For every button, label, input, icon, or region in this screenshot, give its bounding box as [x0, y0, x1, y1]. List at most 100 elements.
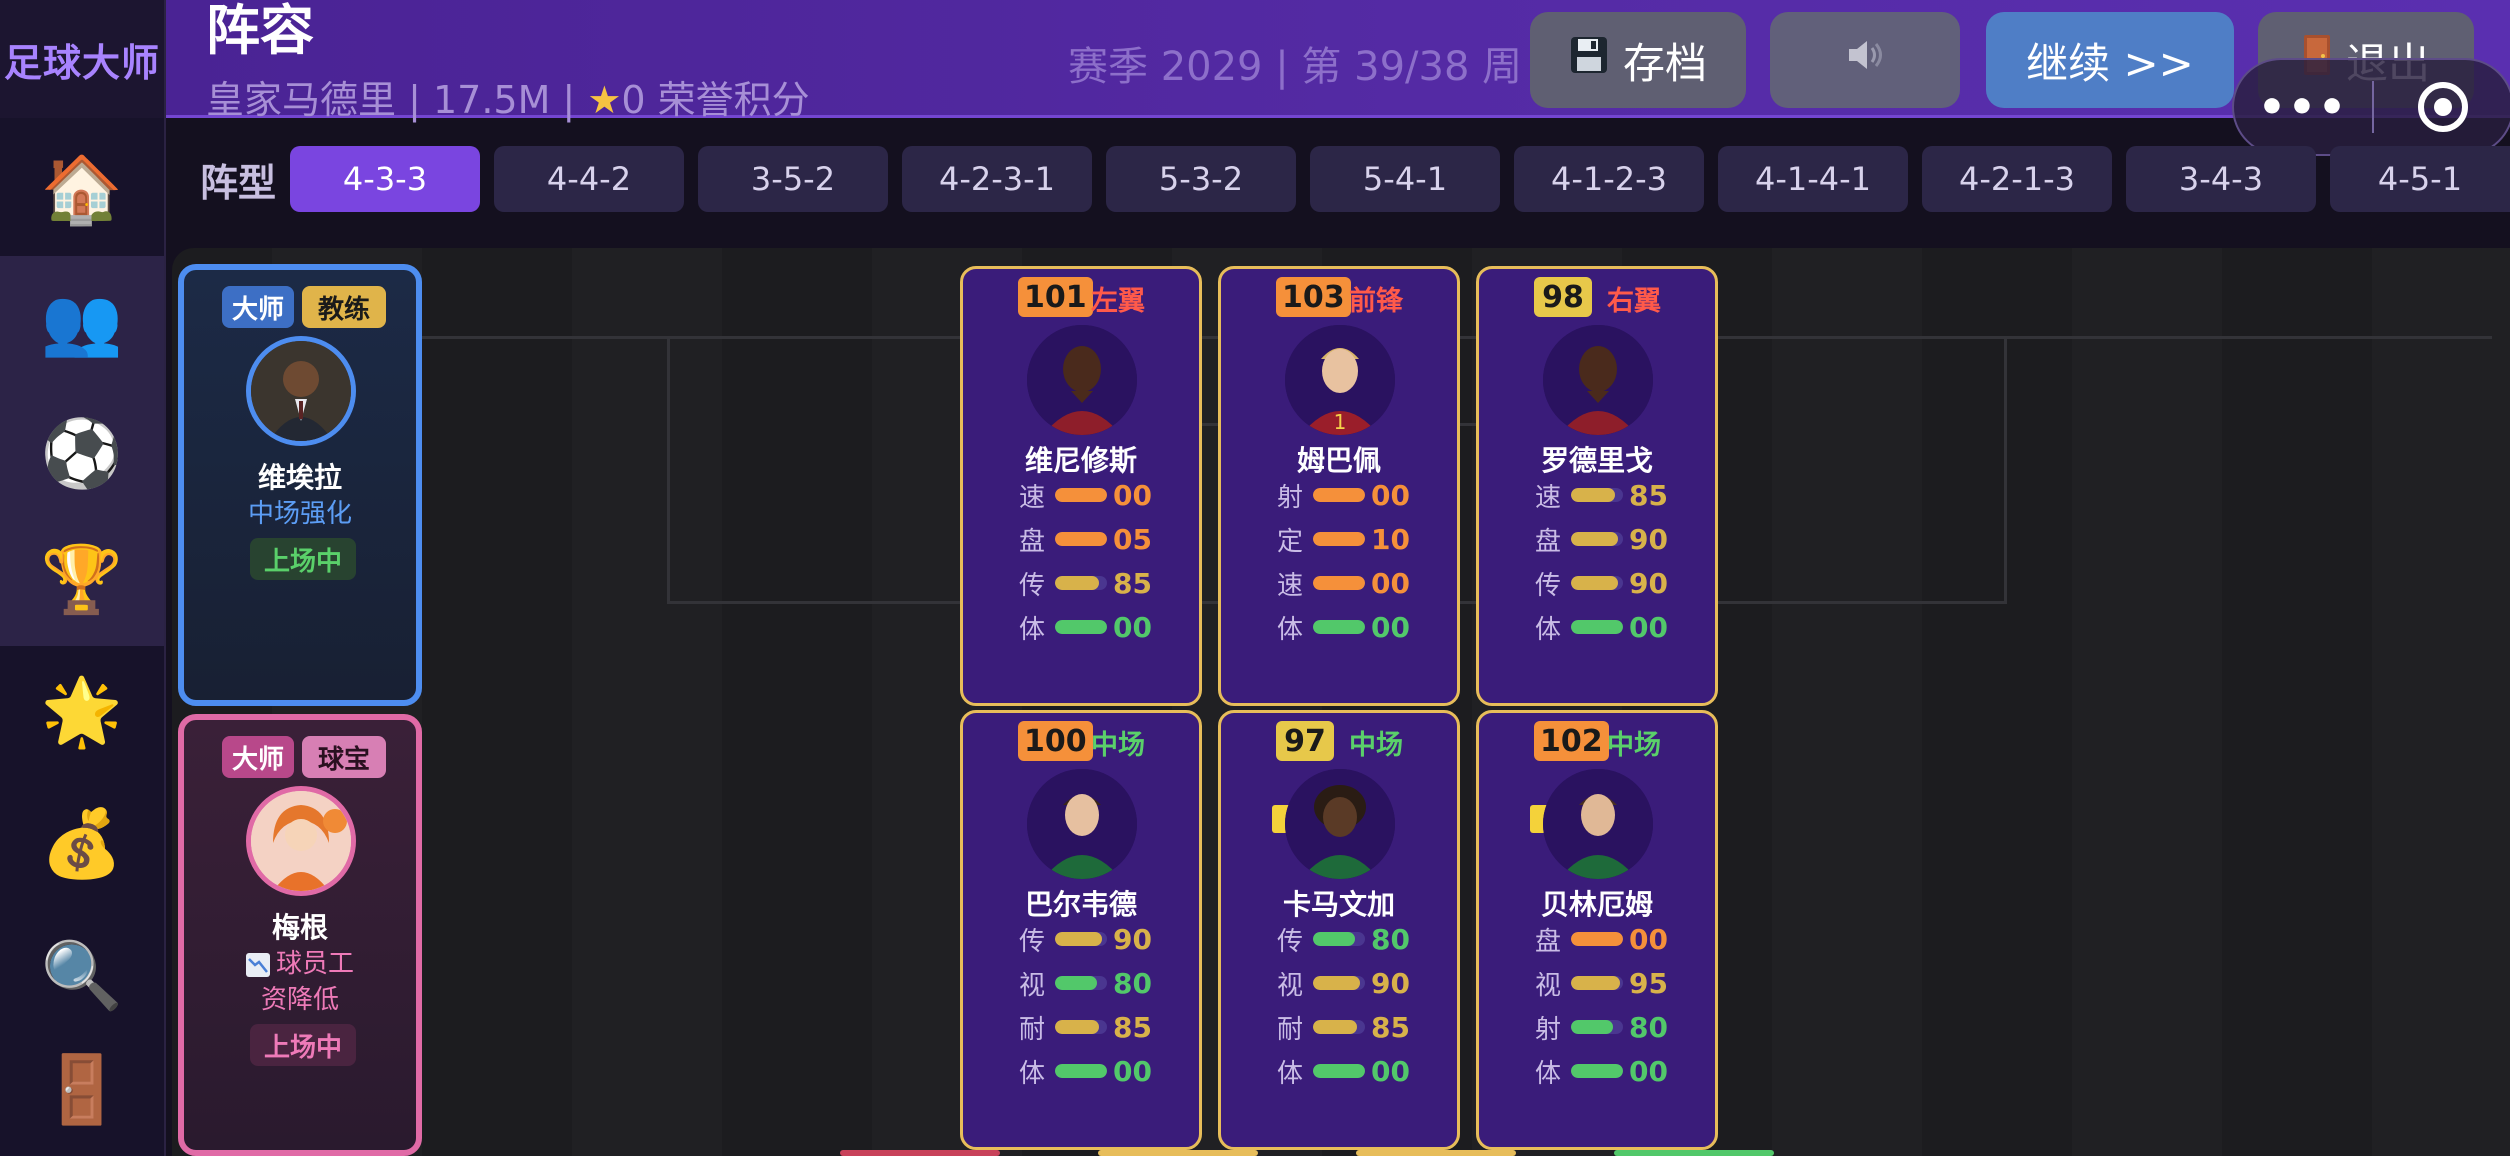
- stat-value: 00: [1629, 610, 1668, 644]
- stat-row: 体 00: [1277, 609, 1410, 645]
- stat-value: 85: [1113, 1010, 1152, 1044]
- stat-label: 传: [1019, 570, 1046, 601]
- formation-tab-3-4-3[interactable]: 3-4-3: [2126, 146, 2316, 212]
- stat-bar: [1055, 532, 1107, 546]
- rank-badge: 大师: [222, 736, 294, 778]
- stat-row: 盘 00: [1535, 921, 1668, 957]
- stat-bar: [1571, 976, 1623, 990]
- stat-label: 体: [1019, 614, 1046, 645]
- sidebar-item-search[interactable]: 🔍: [0, 910, 164, 1042]
- stat-bar: [1571, 620, 1623, 634]
- stat-value: 85: [1371, 1010, 1410, 1044]
- coach-card-vieira[interactable]: 大师 教练 维埃拉 中场强化 上场中: [178, 264, 422, 706]
- close-target-icon[interactable]: [2374, 79, 2510, 135]
- door-icon: 🚪: [40, 1051, 124, 1128]
- coach-name: 梅根: [271, 911, 328, 944]
- player-card-mbappe[interactable]: 103 前锋 1 姆巴佩 射 00 定 10 速 00 体 00: [1218, 266, 1460, 706]
- formation-tab-4-1-4-1[interactable]: 4-1-4-1: [1718, 146, 1908, 212]
- stat-bar: [1313, 976, 1365, 990]
- player-card-rodrygo[interactable]: 98 右翼 罗德里戈 速 85 盘 90 传 90 体 00: [1476, 266, 1718, 706]
- stat-row: 传 90: [1535, 565, 1668, 601]
- stat-label: 传: [1535, 570, 1562, 601]
- more-options-icon[interactable]: •••: [2234, 82, 2372, 133]
- sidebar-item-trophy[interactable]: 🏆: [0, 514, 164, 646]
- stat-row: 体 00: [1019, 1053, 1152, 1089]
- stat-value: 85: [1629, 478, 1668, 512]
- honor-points: 0 荣誉积分: [621, 78, 810, 122]
- stat-value: 00: [1113, 1054, 1152, 1088]
- stat-label: 视: [1019, 970, 1046, 1001]
- stat-value: 90: [1629, 522, 1668, 556]
- coach-skill-line1: 球员工: [275, 949, 354, 979]
- sidebar-item-squad[interactable]: 👥: [0, 256, 164, 388]
- role-badge: 教练: [302, 286, 386, 328]
- stat-row: 传 80: [1277, 921, 1410, 957]
- stat-bar: [1055, 1020, 1107, 1034]
- position-label: 右翼: [1607, 286, 1661, 317]
- save-button[interactable]: 存档: [1530, 12, 1746, 108]
- rating-badge: 103: [1276, 277, 1351, 317]
- player-card-valverde[interactable]: 100 中场 巴尔韦德 传 90 视 80 耐 85 体 00: [960, 710, 1202, 1150]
- position-label: 中场: [1349, 730, 1403, 761]
- sidebar-item-star[interactable]: 🌟: [0, 646, 164, 778]
- stat-label: 盘: [1535, 526, 1562, 557]
- pitch-stripe: [2072, 248, 2222, 1156]
- stat-bar: [1571, 1020, 1623, 1034]
- formation-tab-3-5-2[interactable]: 3-5-2: [698, 146, 888, 212]
- formation-tab-4-3-3[interactable]: 4-3-3: [290, 146, 480, 212]
- player-card-bellingham[interactable]: 102 中场 贝林厄姆 盘 00 视 95 射 80 体 00: [1476, 710, 1718, 1150]
- stat-label: 视: [1535, 970, 1562, 1001]
- stat-bar: [1571, 576, 1623, 590]
- next-row-card-hint: [1356, 1150, 1516, 1156]
- formation-tab-4-4-2[interactable]: 4-4-2: [494, 146, 684, 212]
- next-row-card-hint: [1098, 1150, 1258, 1156]
- star-icon: ★: [587, 78, 622, 122]
- stat-value: 80: [1371, 922, 1410, 956]
- stat-value: 90: [1371, 966, 1410, 1000]
- sidebar-item-money[interactable]: 💰: [0, 778, 164, 910]
- formation-tab-4-5-1[interactable]: 4-5-1: [2330, 146, 2510, 212]
- player-card-vinicius[interactable]: 101 左翼 维尼修斯 速 00 盘 05 传 85 体 00: [960, 266, 1202, 706]
- stat-row: 体 00: [1019, 609, 1152, 645]
- stat-bar: [1055, 976, 1107, 990]
- formation-tab-4-2-1-3[interactable]: 4-2-1-3: [1922, 146, 2112, 212]
- stat-row: 视 80: [1019, 965, 1152, 1001]
- coach-card-megan[interactable]: 大师 球宝 梅根 球员工 资降低 上场中: [178, 714, 422, 1156]
- stat-bar: [1313, 932, 1365, 946]
- stat-label: 定: [1277, 526, 1304, 557]
- stat-bar: [1571, 1064, 1623, 1078]
- player-avatar: [1027, 769, 1137, 879]
- stat-row: 盘 05: [1019, 521, 1152, 557]
- stat-bar: [1571, 932, 1623, 946]
- sidebar-item-match[interactable]: ⚽: [0, 388, 164, 520]
- formation-tab-5-4-1[interactable]: 5-4-1: [1310, 146, 1500, 212]
- sidebar-item-exit[interactable]: 🚪: [0, 1024, 164, 1156]
- stat-label: 速: [1019, 482, 1046, 513]
- stat-row: 射 00: [1277, 477, 1410, 513]
- stat-value: 00: [1371, 610, 1410, 644]
- player-avatar: 1: [1285, 325, 1395, 435]
- stat-bar: [1571, 488, 1623, 502]
- stat-row: 体 00: [1277, 1053, 1410, 1089]
- stat-bar: [1313, 532, 1365, 546]
- player-card-camavinga[interactable]: 97 中场 卡马文加 传 80 视 90 耐 85 体 00: [1218, 710, 1460, 1150]
- player-name: 巴尔韦德: [1024, 888, 1137, 921]
- stat-value: 80: [1629, 1010, 1668, 1044]
- stat-label: 盘: [1535, 926, 1562, 957]
- continue-button[interactable]: 继续 >>: [1986, 12, 2234, 108]
- formation-tab-5-3-2[interactable]: 5-3-2: [1106, 146, 1296, 212]
- player-name: 贝林厄姆: [1540, 888, 1653, 921]
- formation-tab-4-1-2-3[interactable]: 4-1-2-3: [1514, 146, 1704, 212]
- stat-row: 射 80: [1535, 1009, 1668, 1045]
- stat-bar: [1055, 620, 1107, 634]
- player-avatar: [1285, 769, 1395, 879]
- role-badge: 球宝: [302, 736, 386, 778]
- sound-toggle-button[interactable]: [1770, 12, 1960, 108]
- stat-label: 耐: [1277, 1014, 1304, 1045]
- status-badge: 上场中: [250, 538, 356, 580]
- formation-tab-4-2-3-1[interactable]: 4-2-3-1: [902, 146, 1092, 212]
- sidebar-item-home[interactable]: 🏠: [0, 124, 164, 256]
- stat-row: 定 10: [1277, 521, 1410, 557]
- stat-value: 00: [1629, 922, 1668, 956]
- stat-label: 射: [1277, 482, 1304, 513]
